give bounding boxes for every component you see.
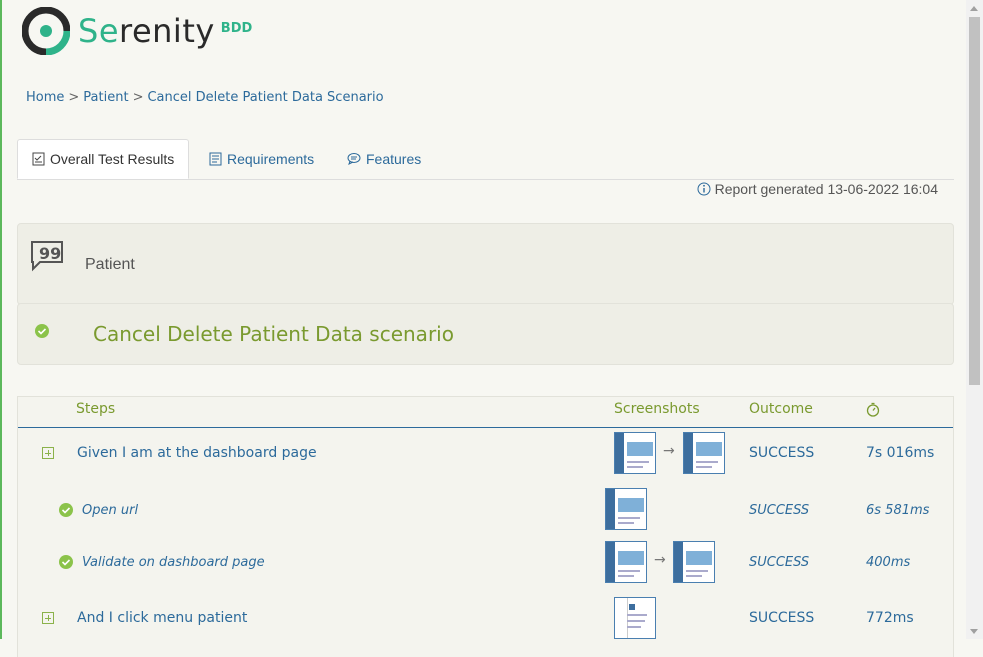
report-generated: Report generated 13-06-2022 16:04 xyxy=(697,181,938,197)
scrollbar-thumb[interactable] xyxy=(969,17,980,385)
step-duration: 7s 016ms xyxy=(866,445,935,461)
arrow-icon: → xyxy=(663,443,675,459)
step-text: Open url xyxy=(82,503,139,518)
sub-step-row: Open url SUCCESS 6s 581ms xyxy=(18,485,953,535)
stopwatch-icon xyxy=(866,402,880,417)
tab-label: Overall Test Results xyxy=(50,151,175,167)
breadcrumb-scenario[interactable]: Cancel Delete Patient Data Scenario xyxy=(147,90,383,105)
serenity-logo-icon xyxy=(22,7,70,55)
scroll-down-arrow-icon[interactable] xyxy=(970,629,978,634)
tab-requirements[interactable]: Requirements xyxy=(195,139,328,178)
breadcrumb-feature[interactable]: Patient xyxy=(83,90,128,105)
screenshot-thumbnail[interactable] xyxy=(614,597,656,639)
steps-header: Steps xyxy=(76,401,116,417)
screenshot-thumbnail[interactable] xyxy=(605,488,647,530)
step-outcome: SUCCESS xyxy=(749,445,815,461)
screenshots-header: Screenshots xyxy=(614,401,700,417)
brand-suffix: BDD xyxy=(220,20,253,36)
scenario-panel: Cancel Delete Patient Data scenario xyxy=(17,303,954,365)
steps-table-header: Steps Screenshots Outcome xyxy=(18,397,953,428)
brand-name: Serenity xyxy=(78,12,215,50)
scroll-up-arrow-icon[interactable] xyxy=(970,6,978,11)
breadcrumb: Home > Patient > Cancel Delete Patient Data … xyxy=(26,90,384,105)
step-outcome: SUCCESS xyxy=(749,503,810,518)
screenshot-thumbnail[interactable] xyxy=(605,541,647,583)
breadcrumb-home[interactable]: Home xyxy=(26,90,64,105)
step-duration: 6s 581ms xyxy=(866,503,930,518)
tab-overall-test-results[interactable]: Overall Test Results xyxy=(17,139,190,179)
arrow-icon: → xyxy=(654,552,666,568)
info-icon xyxy=(697,182,711,196)
step-outcome: SUCCESS xyxy=(749,610,815,626)
screenshot-thumbnail[interactable] xyxy=(673,541,715,583)
step-text: Validate on dashboard page xyxy=(82,555,265,570)
screenshot-thumbnail[interactable] xyxy=(683,432,725,474)
step-duration: 772ms xyxy=(866,610,914,626)
step-row: And I click menu patient SUCCESS 772ms xyxy=(18,595,953,645)
step-duration: 400ms xyxy=(866,555,911,570)
step-text: Given I am at the dashboard page xyxy=(77,445,317,461)
success-check-icon xyxy=(35,324,49,338)
success-check-icon xyxy=(59,555,73,569)
report-page: Serenity BDD Home > Patient > Cancel Delete … xyxy=(0,0,966,657)
tab-label: Features xyxy=(366,150,422,167)
screenshot-thumbnail[interactable] xyxy=(614,432,656,474)
vertical-scrollbar[interactable] xyxy=(966,0,983,639)
feature-name: Patient xyxy=(85,256,135,273)
tab-label: Requirements xyxy=(227,150,315,167)
tab-bar: Overall Test Results Requirements Featur… xyxy=(17,139,954,180)
feature-panel: 99 Patient xyxy=(17,223,954,305)
expand-icon[interactable] xyxy=(42,447,54,459)
outcome-header: Outcome xyxy=(749,401,813,417)
checklist-icon xyxy=(32,152,45,166)
sub-step-row: Validate on dashboard page → SUCCESS 400… xyxy=(18,537,953,587)
report-generated-text: Report generated 13-06-2022 16:04 xyxy=(714,181,938,197)
step-row: Given I am at the dashboard page → SUCCE… xyxy=(18,428,953,480)
success-check-icon xyxy=(59,503,73,517)
tab-features[interactable]: Features xyxy=(333,139,435,178)
breadcrumb-separator: > xyxy=(132,90,144,105)
expand-icon[interactable] xyxy=(42,612,54,624)
book-icon xyxy=(209,152,222,165)
svg-text:99: 99 xyxy=(39,244,61,263)
steps-table: Steps Screenshots Outcome Given I am at … xyxy=(17,396,954,657)
scenario-title: Cancel Delete Patient Data scenario xyxy=(93,322,454,346)
comment-icon xyxy=(347,153,361,165)
step-text: And I click menu patient xyxy=(77,610,248,626)
serenity-logo[interactable]: Serenity BDD xyxy=(22,7,252,55)
breadcrumb-separator: > xyxy=(68,90,80,105)
quote-bubble-icon: 99 xyxy=(31,241,63,272)
step-outcome: SUCCESS xyxy=(749,555,810,570)
